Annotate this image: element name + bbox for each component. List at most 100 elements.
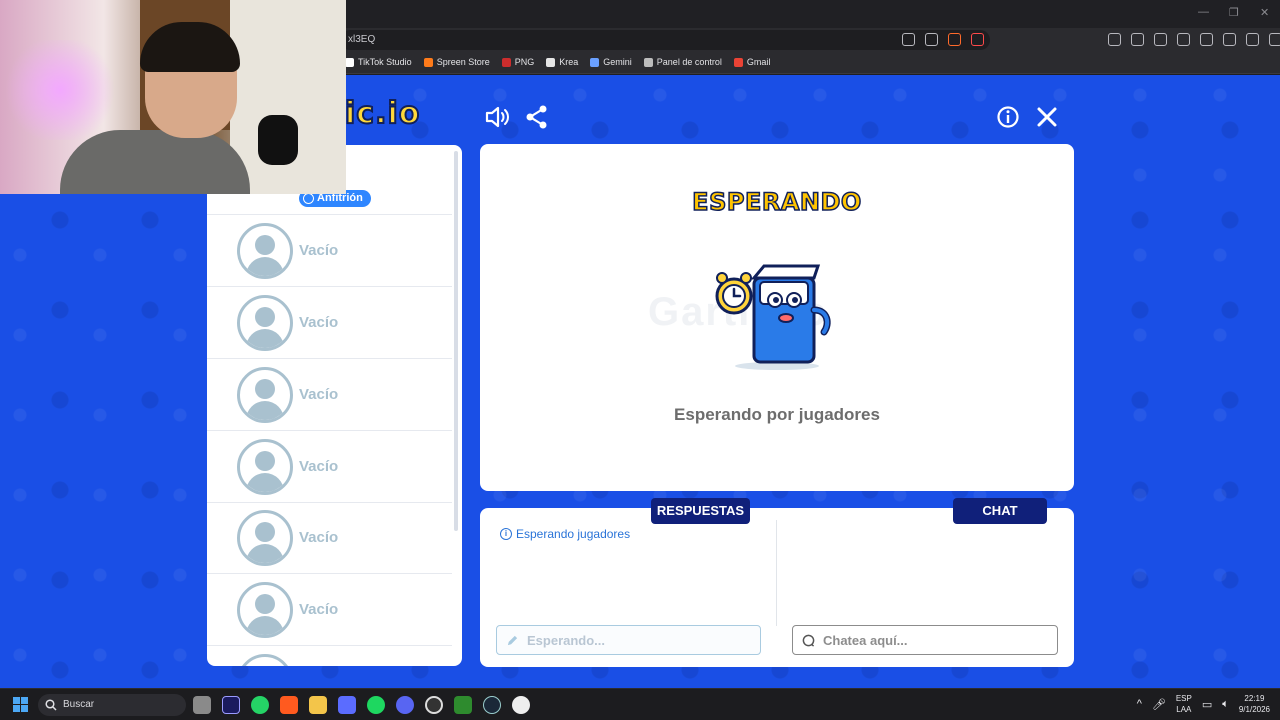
chat-input-wrapper bbox=[792, 625, 1058, 655]
player-slot: Vacío bbox=[207, 215, 452, 287]
chevron-up-icon[interactable]: ^ bbox=[1137, 698, 1142, 710]
taskbar-search[interactable]: Buscar bbox=[38, 694, 186, 716]
taskbar-apps bbox=[193, 696, 530, 714]
png-icon bbox=[501, 57, 511, 67]
brave-shield-icon[interactable] bbox=[948, 33, 961, 46]
store-icon[interactable] bbox=[338, 696, 356, 714]
krea-icon bbox=[546, 57, 556, 67]
answers-chat-panel: i Esperando jugadores bbox=[480, 508, 1074, 667]
share-icon[interactable] bbox=[524, 104, 550, 130]
tab-respuestas[interactable]: RESPUESTAS bbox=[651, 498, 750, 524]
slot-label: Vacío bbox=[299, 458, 339, 475]
empty-avatar-icon bbox=[237, 367, 293, 423]
scrollbar[interactable] bbox=[454, 151, 458, 531]
speaker-icon[interactable] bbox=[484, 104, 510, 130]
player-slot-partial bbox=[207, 646, 452, 666]
language-indicator[interactable]: ESP LAA bbox=[1176, 693, 1192, 715]
sidebar-icon[interactable] bbox=[1177, 33, 1190, 46]
waiting-title: ESPERANDO bbox=[691, 187, 862, 217]
bookmark-tiktok-studio[interactable]: TikTok Studio bbox=[345, 57, 412, 67]
system-tray: ^ 🎤︎ ESP LAA ▭ 🔈︎ 22:19 9/1/2026 bbox=[1137, 693, 1270, 715]
leo-icon[interactable] bbox=[1223, 33, 1236, 46]
empty-avatar-icon bbox=[237, 223, 293, 279]
tab-chat[interactable]: CHAT bbox=[953, 498, 1047, 524]
cast-icon[interactable] bbox=[902, 33, 915, 46]
bookmark-png[interactable]: PNG bbox=[501, 57, 534, 67]
spreen-icon bbox=[423, 57, 433, 67]
waiting-subtitle: Esperando por jugadores bbox=[674, 405, 880, 424]
bookmark-spreen-store[interactable]: Spreen Store bbox=[423, 57, 490, 67]
bookmark-gemini[interactable]: Gemini bbox=[590, 57, 632, 67]
pencil-icon bbox=[507, 635, 518, 646]
clock-app-icon[interactable] bbox=[512, 696, 530, 714]
restore-icon[interactable]: ❐ bbox=[1229, 6, 1239, 19]
chat-input[interactable] bbox=[823, 626, 1051, 654]
obs-icon[interactable] bbox=[425, 696, 443, 714]
info-icon[interactable] bbox=[995, 104, 1021, 130]
brave-rewards-icon[interactable] bbox=[971, 33, 984, 46]
steam-icon[interactable] bbox=[483, 696, 501, 714]
menu-icon[interactable] bbox=[1269, 33, 1280, 46]
player-slot: Vacío bbox=[207, 431, 452, 503]
bookmark-gmail[interactable]: Gmail bbox=[733, 57, 770, 67]
answer-input-wrapper bbox=[496, 625, 761, 655]
bookmark-panel-de-control[interactable]: Panel de control bbox=[643, 57, 722, 67]
gemini-icon bbox=[590, 57, 600, 67]
close-icon[interactable] bbox=[1034, 104, 1060, 130]
address-bar[interactable]: xl3EQ bbox=[340, 30, 990, 50]
wallet-icon[interactable] bbox=[1200, 33, 1213, 46]
volume-icon[interactable]: 🔈︎ bbox=[1222, 698, 1229, 711]
chat-bubble-icon bbox=[802, 634, 815, 647]
screenshot-icon[interactable] bbox=[1154, 33, 1167, 46]
windows-taskbar: Buscar ^ 🎤︎ ESP LAA ▭ 🔈︎ 22:19 9/1/2026 bbox=[0, 688, 1280, 720]
empty-avatar-icon bbox=[237, 295, 293, 351]
panel-divider bbox=[776, 520, 777, 626]
bookmark-krea[interactable]: Krea bbox=[546, 57, 578, 67]
vpn-icon[interactable] bbox=[1246, 33, 1259, 46]
gmail-icon bbox=[733, 57, 743, 67]
slot-label: Vacío bbox=[299, 242, 339, 259]
slot-label: Vacío bbox=[299, 314, 339, 331]
player-slot: Vacío bbox=[207, 502, 452, 574]
search-label: Buscar bbox=[63, 699, 95, 710]
slot-label: Vacío bbox=[299, 601, 339, 618]
network-icon[interactable]: ▭ bbox=[1202, 698, 1212, 711]
minecraft-icon[interactable] bbox=[454, 696, 472, 714]
info-small-icon: i bbox=[500, 528, 512, 540]
empty-avatar-icon bbox=[237, 654, 293, 666]
game-logo[interactable]: ic.io bbox=[344, 95, 420, 132]
webcam-overlay bbox=[0, 0, 346, 194]
player-slot: Vacío bbox=[207, 359, 452, 431]
file-explorer-icon[interactable] bbox=[193, 696, 211, 714]
extension-icon[interactable] bbox=[1108, 33, 1121, 46]
folder-icon[interactable] bbox=[309, 696, 327, 714]
extensions-bar bbox=[1108, 33, 1280, 46]
spotify-icon[interactable] bbox=[367, 696, 385, 714]
brave-icon[interactable] bbox=[280, 696, 298, 714]
tiktok-icon bbox=[345, 57, 354, 67]
empty-avatar-icon bbox=[237, 582, 293, 638]
window-close-icon[interactable]: ✕ bbox=[1260, 6, 1269, 19]
windows-start-icon[interactable] bbox=[13, 697, 29, 713]
player-slot: Vacío bbox=[207, 574, 452, 646]
share-page-icon[interactable] bbox=[925, 33, 938, 46]
search-icon bbox=[45, 699, 57, 711]
puzzle-icon[interactable] bbox=[1131, 33, 1144, 46]
discord-icon[interactable] bbox=[396, 696, 414, 714]
minimize-icon[interactable]: — bbox=[1198, 6, 1209, 18]
whatsapp-icon[interactable] bbox=[251, 696, 269, 714]
waiting-panel: ESPERANDO Gartic.io Esperando por jugado… bbox=[480, 144, 1074, 491]
player-slot: Vacío bbox=[207, 287, 452, 359]
answer-input[interactable] bbox=[527, 626, 754, 654]
link-icon bbox=[643, 57, 653, 67]
taskbar-clock[interactable]: 22:19 9/1/2026 bbox=[1239, 693, 1270, 715]
slot-label: Vacío bbox=[299, 386, 339, 403]
mascot-icon bbox=[715, 264, 831, 370]
url-text: xl3EQ bbox=[348, 34, 376, 45]
empty-avatar-icon bbox=[237, 439, 293, 495]
microphone-icon[interactable]: 🎤︎ bbox=[1152, 698, 1166, 711]
answers-info: i Esperando jugadores bbox=[500, 527, 630, 541]
empty-avatar-icon bbox=[237, 510, 293, 566]
answers-info-text: Esperando jugadores bbox=[516, 527, 631, 541]
premiere-icon[interactable] bbox=[222, 696, 240, 714]
